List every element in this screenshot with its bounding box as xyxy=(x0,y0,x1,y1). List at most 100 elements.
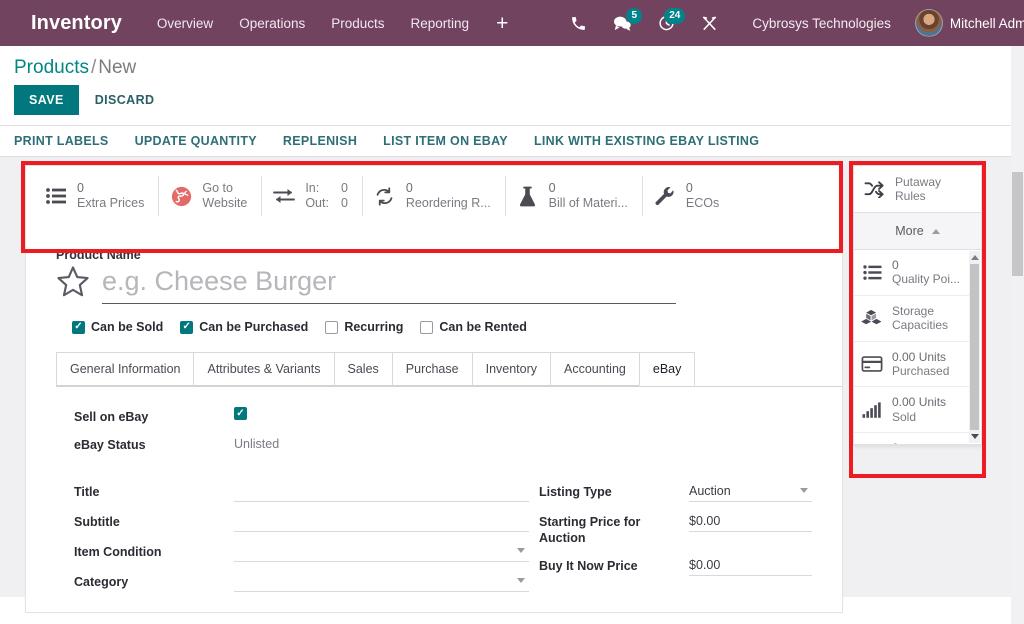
menu-item-overview[interactable]: Overview xyxy=(144,2,226,45)
tab-general-information[interactable]: General Information xyxy=(56,352,194,386)
discard-button[interactable]: DISCARD xyxy=(83,85,167,115)
ebay-subtitle-input[interactable] xyxy=(234,512,529,532)
stat-text: 0 Bill of Materi... xyxy=(549,181,628,212)
checkbox-can-be-purchased[interactable]: Can be Purchased xyxy=(180,320,308,334)
list-icon xyxy=(44,188,68,204)
checkbox-box[interactable] xyxy=(180,321,193,334)
stat-button-units-purchased[interactable]: 0.00 Units Purchased xyxy=(854,342,970,388)
update-quantity-button[interactable]: UPDATE QUANTITY xyxy=(122,128,270,154)
tab-accounting[interactable]: Accounting xyxy=(550,352,640,386)
credit-card-icon xyxy=(860,356,884,372)
form-work-area: 0 Extra Prices Go to Website xyxy=(0,157,1024,597)
app-brand-inventory[interactable]: Inventory xyxy=(31,12,122,35)
ebay-listing-type-select[interactable] xyxy=(689,482,812,502)
stat-label: Putaway Rules xyxy=(895,175,973,203)
ebay-starting-price-input[interactable] xyxy=(689,512,812,532)
stat-label: ECOs xyxy=(686,196,719,211)
list-item-on-ebay-button[interactable]: LIST ITEM ON EBAY xyxy=(370,128,521,154)
stat-button-reordering-rules[interactable]: 0 Reordering R... xyxy=(363,176,506,216)
systray: 5 24 xyxy=(558,7,730,40)
activities-clock-icon[interactable]: 24 xyxy=(646,7,687,40)
stat-label: Website xyxy=(202,196,247,211)
page-scrollbar[interactable] xyxy=(1011,46,1024,624)
save-button[interactable]: SAVE xyxy=(14,85,79,115)
breadcrumb-current: New xyxy=(98,57,136,78)
product-name-input[interactable] xyxy=(102,264,676,304)
dropdown-scrollbar[interactable] xyxy=(969,251,980,443)
checkbox-can-be-sold[interactable]: Can be Sold xyxy=(72,320,163,334)
developer-tools-icon[interactable] xyxy=(689,7,730,40)
field-row-ebay-status: eBay Status Unlisted xyxy=(74,435,812,453)
product-flags: Can be Sold Can be Purchased Recurring C… xyxy=(56,304,812,334)
tab-sales[interactable]: Sales xyxy=(334,352,393,386)
field-row-category: Category xyxy=(74,572,529,592)
ebay-right-column: Listing Type Starting Price for Auction xyxy=(529,482,812,602)
apps-grid-icon[interactable] xyxy=(6,8,21,38)
field-value xyxy=(234,512,529,532)
phone-icon[interactable] xyxy=(558,7,599,40)
stat-button-digital-files[interactable]: 0 Digital Files xyxy=(854,433,970,445)
stat-button-quality-points[interactable]: 0 Quality Poi... xyxy=(854,250,970,296)
stat-button-units-sold[interactable]: 0.00 Units Sold xyxy=(854,387,970,433)
chevron-down-icon[interactable] xyxy=(517,578,525,583)
stat-value: 0 xyxy=(686,181,719,196)
stat-button-storage-capacities[interactable]: Storage Capacities xyxy=(854,296,970,342)
print-labels-button[interactable]: PRINT LABELS xyxy=(14,128,122,154)
stat-text: 0 Digital Files xyxy=(892,441,954,445)
top-navbar: Inventory Overview Operations Products R… xyxy=(0,0,1024,46)
page-scrollbar-thumb[interactable] xyxy=(1012,172,1023,276)
checkbox-recurring[interactable]: Recurring xyxy=(325,320,403,334)
stat-button-ecos[interactable]: 0 ECOs xyxy=(643,176,733,216)
more-toggle-button[interactable]: More xyxy=(853,212,982,249)
sell-on-ebay-checkbox[interactable] xyxy=(234,407,247,420)
checkbox-box[interactable] xyxy=(420,321,433,334)
menu-item-operations[interactable]: Operations xyxy=(226,2,318,45)
breadcrumb-separator: / xyxy=(91,57,96,78)
scroll-up-arrow-icon[interactable] xyxy=(969,251,980,264)
tab-purchase[interactable]: Purchase xyxy=(392,352,473,386)
field-value xyxy=(234,482,529,502)
bar-chart-icon xyxy=(860,402,884,418)
field-value xyxy=(689,556,812,576)
chevron-down-icon[interactable] xyxy=(517,548,525,553)
breadcrumb-parent[interactable]: Products xyxy=(14,57,89,78)
stat-button-putaway-rules[interactable]: Putaway Rules xyxy=(853,165,982,212)
checkbox-box[interactable] xyxy=(72,321,85,334)
stat-label: Quality Poi... xyxy=(892,272,960,286)
messages-counter-badge: 5 xyxy=(626,8,642,24)
field-value xyxy=(234,542,529,562)
stat-button-go-to-website[interactable]: Go to Website xyxy=(159,176,262,216)
ebay-item-condition-select[interactable] xyxy=(234,542,529,562)
field-row-title: Title xyxy=(74,482,529,502)
checkbox-label: Can be Sold xyxy=(91,320,163,334)
ebay-buy-it-now-price-input[interactable] xyxy=(689,556,812,576)
menu-item-reporting[interactable]: Reporting xyxy=(398,2,483,45)
scrollbar-thumb[interactable] xyxy=(970,264,979,430)
stat-button-extra-prices[interactable]: 0 Extra Prices xyxy=(34,176,159,216)
company-name[interactable]: Cybrosys Technologies xyxy=(738,8,905,39)
tab-ebay[interactable]: eBay xyxy=(639,352,696,386)
link-with-existing-ebay-listing-button[interactable]: LINK WITH EXISTING EBAY LISTING xyxy=(521,128,772,154)
control-panel: Products/New SAVE DISCARD xyxy=(0,46,1024,125)
ebay-title-input[interactable] xyxy=(234,482,529,502)
checkbox-can-be-rented[interactable]: Can be Rented xyxy=(420,320,527,334)
stat-button-bill-of-materials[interactable]: 0 Bill of Materi... xyxy=(506,176,643,216)
exchange-arrows-icon xyxy=(272,186,296,206)
checkbox-box[interactable] xyxy=(325,321,338,334)
stat-button-in-out[interactable]: In: 0 Out: 0 xyxy=(262,176,363,216)
tab-inventory[interactable]: Inventory xyxy=(472,352,551,386)
star-icon[interactable] xyxy=(56,265,90,303)
stat-text: 0 Extra Prices xyxy=(77,181,144,212)
more-dropdown-items: 0 Quality Poi... xyxy=(854,250,981,445)
replenish-button[interactable]: REPLENISH xyxy=(270,128,370,154)
product-name-group: Product Name Can be Sold xyxy=(26,222,842,334)
menu-item-products[interactable]: Products xyxy=(318,2,397,45)
add-menu-plus-icon[interactable]: + xyxy=(482,7,522,40)
scroll-down-arrow-icon[interactable] xyxy=(969,430,980,443)
tab-attributes-variants[interactable]: Attributes & Variants xyxy=(193,352,334,386)
ebay-category-select[interactable] xyxy=(234,572,529,592)
field-row-starting-price: Starting Price for Auction xyxy=(539,512,812,547)
user-menu[interactable]: Mitchell Admin xyxy=(909,5,1024,41)
messages-icon[interactable]: 5 xyxy=(601,7,644,40)
chevron-down-icon[interactable] xyxy=(800,488,808,493)
